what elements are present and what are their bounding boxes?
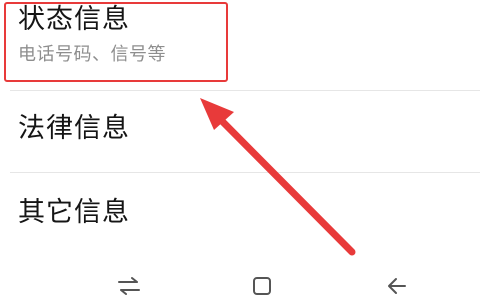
- back-button[interactable]: [383, 272, 411, 300]
- status-info-subtitle: 电话号码、信号等: [18, 44, 166, 65]
- home-icon: [253, 277, 271, 295]
- list-divider: [10, 172, 480, 173]
- other-info-item[interactable]: 其它信息: [0, 180, 480, 260]
- status-info-title: 状态信息: [18, 4, 130, 35]
- list-divider: [10, 90, 480, 91]
- status-info-item[interactable]: 状态信息 电话号码、信号等: [0, 0, 480, 86]
- back-icon: [388, 278, 406, 294]
- home-button[interactable]: [248, 272, 276, 300]
- settings-list: 状态信息 电话号码、信号等 法律信息 其它信息: [0, 0, 480, 262]
- legal-info-title: 法律信息: [18, 113, 130, 144]
- other-info-title: 其它信息: [18, 197, 130, 228]
- recent-apps-button[interactable]: [115, 272, 143, 300]
- legal-info-item[interactable]: 法律信息: [0, 96, 480, 174]
- navigation-bar: [0, 262, 480, 300]
- recent-apps-icon: [118, 277, 140, 295]
